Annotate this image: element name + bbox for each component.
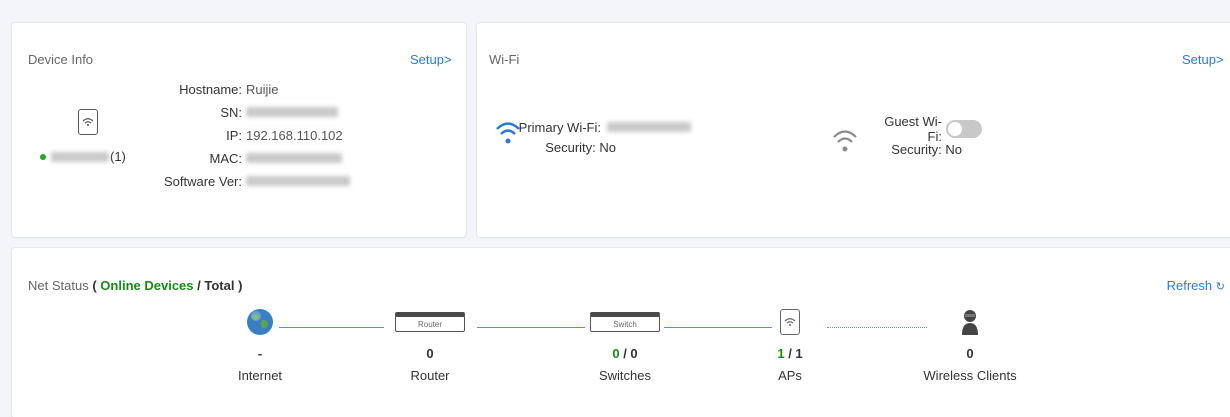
router-box: Router	[395, 312, 465, 332]
guest-wifi-toggle[interactable]	[946, 120, 982, 138]
aps-label: APs	[778, 368, 802, 383]
node-switches[interactable]: Switch 0 / 0 Switches	[565, 306, 685, 383]
node-wireless-clients[interactable]: 0 Wireless Clients	[910, 306, 1030, 383]
hostname-label: Hostname:	[179, 81, 242, 97]
internet-count: -	[257, 346, 263, 361]
refresh-button[interactable]: Refresh ↻	[1167, 278, 1225, 293]
node-aps[interactable]: 1 / 1 APs	[730, 306, 850, 383]
wifi-title: Wi-Fi	[489, 52, 520, 67]
redacted-primary-ssid	[607, 122, 691, 132]
device-info-card: Device Info Setup> (1) Hostname: Ruijie …	[11, 22, 467, 238]
redacted-software-version	[246, 176, 350, 186]
node-internet[interactable]: - Internet	[200, 306, 320, 383]
hostname-row: Hostname: Ruijie	[162, 80, 279, 98]
user-icon	[910, 306, 1030, 338]
total-label: / Total )	[197, 278, 243, 293]
sn-row: SN:	[162, 103, 338, 121]
router-label: Router	[410, 368, 450, 383]
primary-security: Security: No	[545, 139, 616, 155]
router-icon: Router	[370, 306, 490, 338]
online-status-dot	[40, 153, 46, 160]
switches-count: 0 / 0	[565, 346, 685, 362]
redacted-device-name	[51, 151, 109, 162]
software-label: Software Ver:	[163, 173, 242, 189]
ap-device-icon	[78, 109, 98, 135]
router-count: 0	[426, 346, 434, 361]
device-status: (1)	[40, 149, 126, 164]
device-suffix: (1)	[110, 149, 126, 164]
switches-online: 0	[612, 346, 620, 361]
net-status-card: Net Status ( Online Devices / Total ) Re…	[11, 247, 1230, 417]
software-row: Software Ver:	[162, 172, 350, 190]
net-status-prefix: Net Status	[28, 278, 89, 293]
ip-row: IP: 192.168.110.102	[162, 126, 343, 144]
device-setup-link[interactable]: Setup>	[410, 52, 452, 67]
online-devices-label: Online Devices	[100, 278, 194, 293]
globe-icon	[200, 306, 320, 338]
sn-label: SN:	[220, 104, 242, 120]
refresh-label: Refresh	[1166, 278, 1213, 293]
ip-label: IP:	[226, 127, 242, 143]
guest-wifi-icon	[832, 125, 858, 158]
mac-row: MAC:	[162, 149, 342, 167]
refresh-icon: ↻	[1215, 281, 1225, 293]
net-status-paren: (	[92, 278, 97, 293]
clients-label: Wireless Clients	[923, 368, 1017, 383]
guest-wifi-label: Guest Wi-Fi:	[884, 114, 942, 144]
switches-label: Switches	[598, 368, 652, 383]
internet-label: Internet	[237, 368, 283, 383]
primary-wifi-label: Primary Wi-Fi:	[518, 119, 601, 135]
clients-count: 0	[966, 346, 974, 361]
redacted-sn	[246, 107, 338, 117]
switches-total: / 0	[623, 346, 638, 361]
wifi-setup-link[interactable]: Setup>	[1182, 52, 1224, 67]
net-status-title: Net Status ( Online Devices / Total )	[28, 278, 242, 293]
guest-wifi-info: Guest Wi-Fi: Security: No	[872, 114, 982, 159]
primary-wifi-info: Primary Wi-Fi: Security: No	[517, 117, 691, 157]
aps-count: 1 / 1	[730, 346, 850, 362]
redacted-mac	[246, 153, 342, 163]
ip-value: 192.168.110.102	[246, 127, 343, 143]
node-router[interactable]: Router 0 Router	[370, 306, 490, 383]
device-info-title: Device Info	[28, 52, 94, 67]
hostname-value: Ruijie	[246, 81, 279, 97]
wifi-card: Wi-Fi Setup> Primary Wi-Fi: Security: No…	[476, 22, 1230, 238]
switch-box: Switch	[590, 312, 660, 332]
guest-security: Security: No	[891, 141, 962, 157]
aps-online: 1	[777, 346, 785, 361]
switch-icon: Switch	[565, 306, 685, 338]
aps-total: / 1	[788, 346, 803, 361]
ap-icon	[780, 309, 800, 335]
mac-label: MAC:	[209, 150, 243, 166]
